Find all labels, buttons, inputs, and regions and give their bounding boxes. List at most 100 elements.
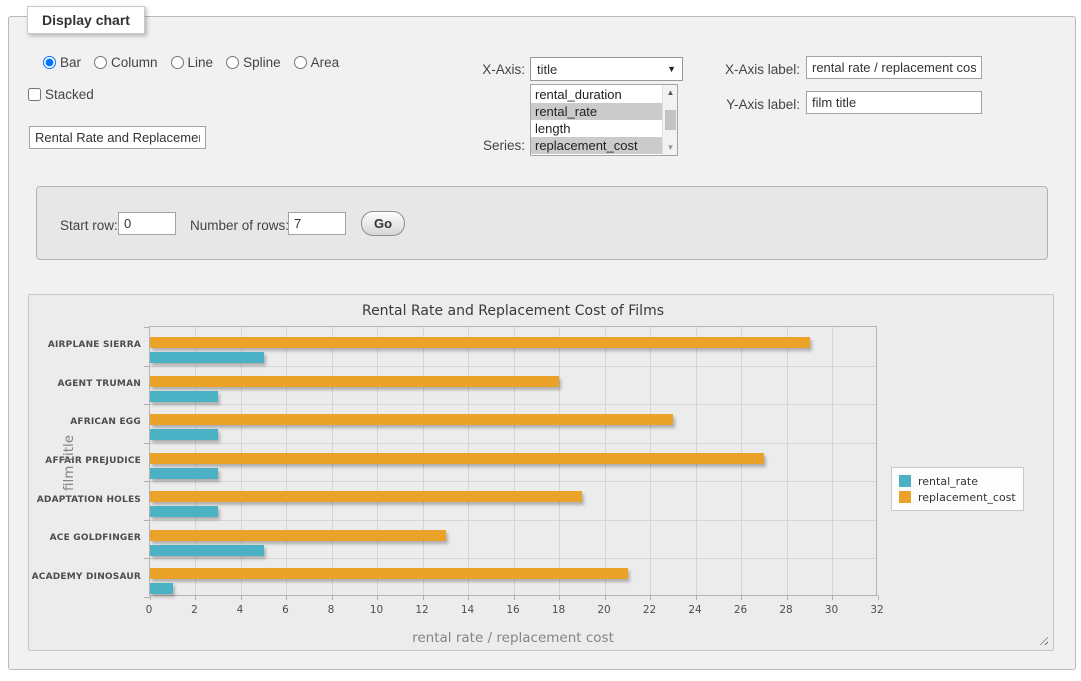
x-tick-mark bbox=[468, 595, 469, 600]
x-axis-select[interactable]: title ▼ bbox=[530, 57, 683, 81]
gridline bbox=[150, 404, 876, 405]
chart-title-input[interactable] bbox=[29, 126, 206, 149]
stacked-row: Stacked bbox=[28, 87, 94, 102]
chart-type-radio-spline[interactable] bbox=[226, 56, 239, 69]
x-tick-mark bbox=[423, 595, 424, 600]
category-label: AFFAIR PREJUDICE bbox=[29, 456, 141, 466]
y-tick-mark bbox=[144, 366, 150, 367]
series-scrollbar[interactable]: ▲ ▼ bbox=[662, 85, 677, 155]
x-tick-mark bbox=[559, 595, 560, 600]
gridline bbox=[150, 481, 876, 482]
bar-rental_rate bbox=[150, 506, 218, 517]
x-tick-label: 0 bbox=[129, 604, 169, 616]
category-label: AFRICAN EGG bbox=[29, 417, 141, 427]
x-tick-label: 18 bbox=[539, 604, 579, 616]
x-tick-mark bbox=[787, 595, 788, 600]
legend-entry-replacement_cost: replacement_cost bbox=[899, 489, 1016, 505]
series-option-length[interactable]: length bbox=[531, 120, 662, 137]
x-axis-label-input[interactable] bbox=[806, 56, 982, 79]
stacked-label: Stacked bbox=[45, 87, 94, 102]
x-tick-mark bbox=[241, 595, 242, 600]
series-option-rental_duration[interactable]: rental_duration bbox=[531, 86, 662, 103]
bar-replacement_cost bbox=[150, 530, 446, 541]
y-tick-mark bbox=[144, 327, 150, 328]
x-axis-select-value: title bbox=[537, 62, 557, 77]
chart-type-radio-line[interactable] bbox=[171, 56, 184, 69]
x-tick-label: 12 bbox=[402, 604, 442, 616]
x-tick-mark bbox=[377, 595, 378, 600]
gridline bbox=[150, 520, 876, 521]
x-tick-label: 28 bbox=[766, 604, 806, 616]
category-label: ACE GOLDFINGER bbox=[29, 533, 141, 543]
x-tick-mark bbox=[605, 595, 606, 600]
stacked-label-wrap: Stacked bbox=[28, 87, 94, 102]
x-tick-label: 22 bbox=[630, 604, 670, 616]
category-label: AIRPLANE SIERRA bbox=[29, 340, 141, 350]
x-tick-label: 8 bbox=[311, 604, 351, 616]
x-axis-label: X-Axis: bbox=[420, 62, 525, 77]
chart-type-column: Column bbox=[94, 55, 158, 70]
bar-rental_rate bbox=[150, 391, 218, 402]
x-tick-label: 14 bbox=[448, 604, 488, 616]
x-tick-label: 32 bbox=[857, 604, 897, 616]
num-rows-input[interactable] bbox=[288, 212, 346, 235]
y-tick-mark bbox=[144, 558, 150, 559]
bar-rental_rate bbox=[150, 429, 218, 440]
x-tick-mark bbox=[195, 595, 196, 600]
gridline bbox=[150, 366, 876, 367]
y-tick-mark bbox=[144, 404, 150, 405]
chart-container: Rental Rate and Replacement Cost of Film… bbox=[28, 294, 1054, 651]
bar-replacement_cost bbox=[150, 491, 582, 502]
chart-type-group: BarColumnLineSplineArea bbox=[43, 55, 339, 70]
x-tick-label: 30 bbox=[812, 604, 852, 616]
x-tick-label: 10 bbox=[357, 604, 397, 616]
scrollbar-thumb[interactable] bbox=[665, 110, 676, 130]
x-tick-label: 6 bbox=[266, 604, 306, 616]
scroll-down-icon[interactable]: ▼ bbox=[663, 140, 678, 155]
resize-handle-icon[interactable] bbox=[1037, 634, 1048, 645]
bar-rental_rate bbox=[150, 583, 173, 594]
chart-type-radio-column[interactable] bbox=[94, 56, 107, 69]
series-option-replacement_cost[interactable]: replacement_cost bbox=[531, 137, 662, 154]
x-tick-mark bbox=[741, 595, 742, 600]
series-listbox[interactable]: rental_durationrental_ratelengthreplacem… bbox=[530, 84, 678, 156]
chevron-down-icon: ▼ bbox=[667, 64, 676, 74]
go-button[interactable]: Go bbox=[361, 211, 405, 236]
gridline bbox=[787, 327, 788, 595]
x-tick-mark bbox=[878, 595, 879, 600]
category-label: ACADEMY DINOSAUR bbox=[29, 572, 141, 582]
y-axis-label-input[interactable] bbox=[806, 91, 982, 114]
chart-type-radio-area[interactable] bbox=[294, 56, 307, 69]
legend-entry-rental_rate: rental_rate bbox=[899, 473, 1016, 489]
bar-replacement_cost bbox=[150, 376, 559, 387]
chart-type-label: Column bbox=[111, 55, 158, 70]
x-tick-label: 2 bbox=[175, 604, 215, 616]
y-axis-title: film title bbox=[61, 435, 77, 491]
bar-replacement_cost bbox=[150, 568, 628, 579]
bar-rental_rate bbox=[150, 468, 218, 479]
legend-label: replacement_cost bbox=[918, 491, 1016, 504]
bar-replacement_cost bbox=[150, 453, 764, 464]
start-row-input[interactable] bbox=[118, 212, 176, 235]
legend-swatch-icon bbox=[899, 475, 911, 487]
chart-type-spline: Spline bbox=[226, 55, 281, 70]
legend-swatch-icon bbox=[899, 491, 911, 503]
x-tick-label: 4 bbox=[220, 604, 260, 616]
y-tick-mark bbox=[144, 520, 150, 521]
bar-rental_rate bbox=[150, 545, 264, 556]
x-axis-title: rental rate / replacement cost bbox=[149, 630, 877, 646]
x-tick-mark bbox=[286, 595, 287, 600]
y-tick-mark bbox=[144, 597, 150, 598]
gridline bbox=[150, 558, 876, 559]
x-axis-label-field-label: X-Axis label: bbox=[700, 62, 800, 77]
series-option-rental_rate[interactable]: rental_rate bbox=[531, 103, 662, 120]
num-rows-label: Number of rows: bbox=[190, 218, 289, 233]
chart-type-line: Line bbox=[171, 55, 214, 70]
x-tick-label: 24 bbox=[675, 604, 715, 616]
stacked-checkbox[interactable] bbox=[28, 88, 41, 101]
scroll-up-icon[interactable]: ▲ bbox=[663, 85, 678, 100]
chart-type-radio-bar[interactable] bbox=[43, 56, 56, 69]
x-tick-label: 16 bbox=[493, 604, 533, 616]
x-tick-mark bbox=[650, 595, 651, 600]
chart-type-label: Spline bbox=[243, 55, 281, 70]
